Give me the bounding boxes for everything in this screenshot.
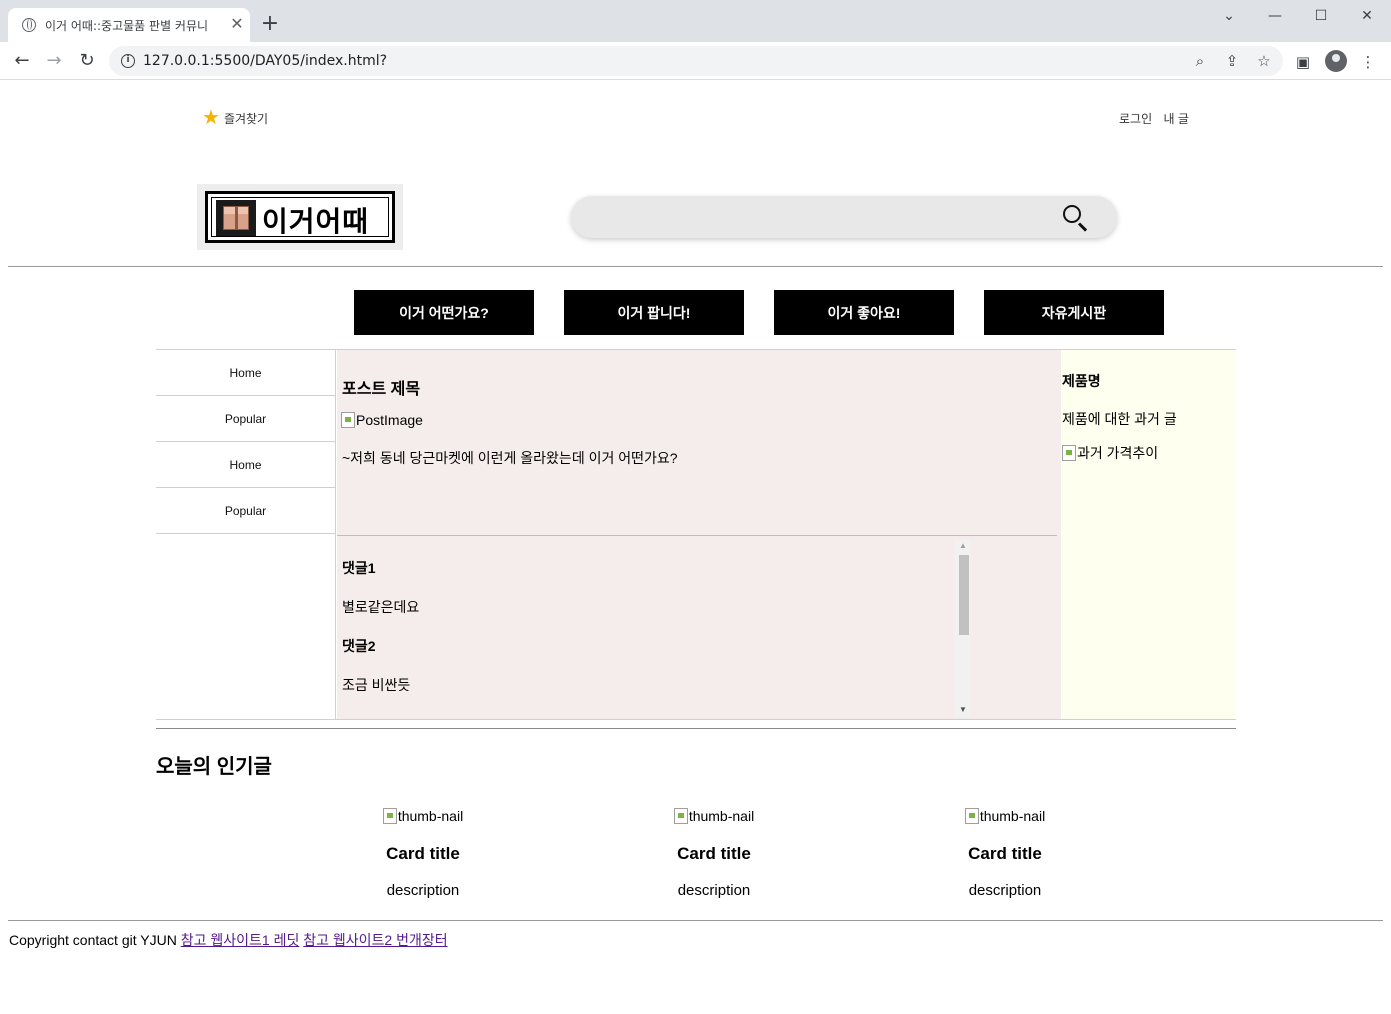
share-icon[interactable]: ⇪	[1222, 51, 1242, 71]
scroll-up-icon[interactable]: ▲	[955, 539, 971, 553]
zoom-icon[interactable]: ⌕	[1190, 51, 1210, 71]
post-divider	[337, 535, 1057, 536]
sidebar-item-popular[interactable]: Popular	[156, 396, 335, 442]
close-tab-icon[interactable]: ✕	[228, 15, 246, 33]
logo[interactable]: 이거어때	[197, 184, 403, 250]
site-info-icon[interactable]: i	[121, 54, 135, 68]
card-description: description	[968, 882, 1042, 899]
broken-image-icon	[1062, 445, 1076, 461]
search-input[interactable]	[571, 196, 1117, 238]
maximize-button[interactable]: ☐	[1298, 4, 1344, 28]
footer: Copyright contact git YJUN 참고 웹사이트1 레딧 참…	[9, 930, 448, 950]
post-body: ~저희 동네 당근마켓에 이런게 올라왔는데 이거 어떤가요?	[342, 450, 678, 466]
section-divider	[156, 728, 1236, 729]
product-panel: 제품명 제품에 대한 과거 글 과거 가격추이	[1062, 350, 1236, 720]
comment-text: 조금 비싼듯	[342, 677, 411, 693]
product-description: 제품에 대한 과거 글	[1062, 411, 1177, 427]
content-bottom-divider	[156, 719, 1236, 720]
thumb-alt: thumb-nail	[979, 808, 1046, 824]
sidebar: Home Popular Home Popular	[156, 350, 336, 720]
reload-button[interactable]: ↻	[75, 50, 99, 74]
favorites-link[interactable]: ★ 즐겨찾기	[202, 107, 269, 129]
card-title: Card title	[968, 844, 1042, 863]
copyright-text: Copyright contact git YJUN	[9, 932, 177, 948]
card-description: description	[386, 882, 460, 899]
post-image: PostImage	[341, 412, 423, 428]
nav-item-free-board[interactable]: 자유게시판	[984, 290, 1164, 335]
login-link[interactable]: 로그인	[1119, 112, 1152, 126]
card-thumbnail: thumb-nail	[333, 806, 513, 826]
browser-tab[interactable]: 이거 어때::중고물품 판별 커뮤니 ✕	[8, 8, 250, 42]
nav-item-like[interactable]: 이거 좋아요!	[774, 290, 954, 335]
sidebar-item-home[interactable]: Home	[156, 350, 335, 396]
price-history-image: 과거 가격추이	[1062, 443, 1158, 463]
popular-card[interactable]: thumb-nail Card title description	[333, 806, 513, 899]
my-posts-link[interactable]: 내 글	[1163, 112, 1188, 126]
popular-card[interactable]: thumb-nail Card title description	[915, 806, 1095, 899]
comment-scrollbar[interactable]: ▲ ▼	[955, 539, 971, 717]
minimize-button[interactable]: —	[1252, 4, 1298, 28]
close-window-button[interactable]: ✕	[1344, 4, 1390, 28]
browser-toolbar: ← → ↻ i 127.0.0.1:5500/DAY05/index.html?…	[0, 42, 1391, 80]
broken-image-icon	[382, 808, 397, 824]
sidebar-item-popular[interactable]: Popular	[156, 488, 335, 534]
scroll-thumb[interactable]	[959, 555, 969, 635]
user-links: 로그인 내 글	[1119, 110, 1197, 127]
favorites-label: 즐겨찾기	[223, 111, 269, 126]
scroll-down-icon[interactable]: ▼	[955, 703, 971, 717]
card-title: Card title	[386, 844, 460, 863]
star-icon: ★	[202, 107, 220, 129]
box-icon	[216, 200, 256, 236]
menu-icon[interactable]: ⋮	[1357, 51, 1379, 73]
card-description: description	[677, 882, 751, 899]
broken-image-icon	[673, 808, 688, 824]
broken-image-icon	[964, 808, 979, 824]
thumb-alt: thumb-nail	[688, 808, 755, 824]
tab-search-icon[interactable]: ⌄	[1206, 4, 1252, 28]
forward-button[interactable]: →	[42, 50, 66, 74]
url-text: 127.0.0.1:5500/DAY05/index.html?	[143, 53, 388, 69]
comment-author: 댓글1	[342, 560, 376, 576]
reference-link-reddit[interactable]: 참고 웹사이트1 레딧	[181, 932, 300, 948]
footer-divider	[8, 920, 1383, 921]
page: ★ 즐겨찾기 로그인 내 글 이거어때 이거 어떤가요? 이거 팝니다! 이거 …	[1, 81, 1390, 1013]
search-icon[interactable]	[1063, 205, 1081, 223]
card-thumbnail: thumb-nail	[915, 806, 1095, 826]
product-name: 제품명	[1062, 373, 1101, 389]
post-title: 포스트 제목	[342, 381, 421, 398]
comment-list[interactable]: 댓글1 별로같은데요 댓글2 조금 비싼듯	[337, 538, 971, 716]
broken-image-icon	[341, 412, 355, 428]
thumb-alt: thumb-nail	[397, 808, 464, 824]
back-button[interactable]: ←	[10, 50, 34, 74]
header-divider	[8, 266, 1383, 267]
card-thumbnail: thumb-nail	[624, 806, 804, 826]
sidebar-item-home[interactable]: Home	[156, 442, 335, 488]
new-tab-button[interactable]: +	[258, 12, 282, 36]
logo-text: 이거어때	[262, 205, 370, 238]
post-panel: 포스트 제목 PostImage ~저희 동네 당근마켓에 이런게 올라왔는데 …	[337, 350, 1061, 720]
globe-icon	[22, 18, 36, 32]
popular-section-title: 오늘의 인기글	[156, 756, 272, 778]
comment-text: 별로같은데요	[342, 599, 420, 615]
browser-tabstrip: 이거 어때::중고물품 판별 커뮤니 ✕ + ⌄ — ☐ ✕	[0, 0, 1391, 42]
comment-author: 댓글2	[342, 638, 376, 654]
price-history-alt: 과거 가격추이	[1077, 445, 1159, 461]
bookmark-star-icon[interactable]: ☆	[1254, 51, 1274, 71]
side-panel-icon[interactable]: ▣	[1292, 51, 1314, 73]
post-image-alt: PostImage	[356, 412, 423, 428]
popular-card[interactable]: thumb-nail Card title description	[624, 806, 804, 899]
address-bar[interactable]: i 127.0.0.1:5500/DAY05/index.html? ⌕ ⇪ ☆	[109, 46, 1283, 76]
profile-avatar[interactable]	[1325, 50, 1347, 72]
nav-item-sell[interactable]: 이거 팝니다!	[564, 290, 744, 335]
nav-item-question[interactable]: 이거 어떤가요?	[354, 290, 534, 335]
card-title: Card title	[677, 844, 751, 863]
reference-link-bunjang[interactable]: 참고 웹사이트2 번개장터	[303, 932, 447, 948]
tab-title: 이거 어때::중고물품 판별 커뮤니	[45, 19, 209, 33]
